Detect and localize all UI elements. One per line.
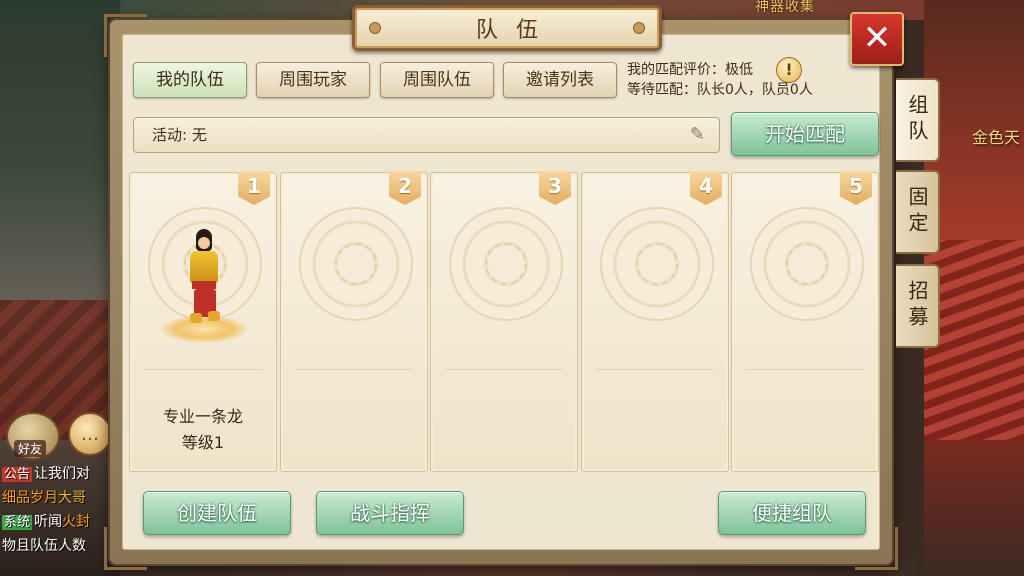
- character-boot: [190, 313, 202, 323]
- start-match-button[interactable]: 开始匹配: [731, 112, 879, 156]
- character-glow: [160, 315, 248, 343]
- side-tab-recruit[interactable]: 招募: [896, 264, 940, 348]
- create-team-button[interactable]: 创建队伍: [143, 491, 291, 535]
- team-slot-2[interactable]: 2: [280, 171, 428, 472]
- character-face: [198, 237, 210, 249]
- quick-team-button[interactable]: 便捷组队: [718, 491, 866, 535]
- chat-text-highlight: 火封: [62, 514, 91, 530]
- chat-tag-announcement: 公告: [2, 467, 33, 482]
- pencil-icon[interactable]: ✎: [690, 118, 705, 152]
- chat-line: 公告 让我们对: [2, 462, 120, 486]
- match-waiting: 等待匹配：队长0人，队员0人: [627, 82, 813, 98]
- character-boot: [208, 311, 220, 321]
- side-tab-fixed[interactable]: 固定: [896, 170, 940, 254]
- slot-divider: [445, 369, 563, 370]
- chat-line: 细品岁月大哥: [2, 486, 120, 510]
- member-level: 等级1: [181, 433, 225, 452]
- tab-nearby-teams[interactable]: 周围队伍: [380, 62, 494, 98]
- slot-divider: [295, 369, 413, 370]
- slot-number: 3: [539, 171, 571, 205]
- info-exclamation-icon[interactable]: !: [776, 57, 802, 83]
- battle-command-button[interactable]: 战斗指挥: [316, 491, 464, 535]
- slot-divider: [596, 369, 714, 370]
- tab-my-team[interactable]: 我的队伍: [133, 62, 247, 98]
- slot-emblem-icon: [600, 207, 714, 321]
- chat-text: 物且队伍人数: [2, 538, 86, 554]
- slot-divider: [746, 369, 864, 370]
- tab-nearby-players[interactable]: 周围玩家: [256, 62, 370, 98]
- ornament-dot-icon: [633, 22, 645, 34]
- member-name: 专业一条龙: [162, 407, 243, 426]
- dialog-title-plate: 队伍: [352, 5, 662, 51]
- team-slot-1[interactable]: 1 专业一条龙 等级1: [129, 171, 277, 472]
- activity-label: 活动: 无: [152, 126, 207, 144]
- activity-selector[interactable]: 活动: 无 ✎: [133, 117, 720, 153]
- close-x-icon[interactable]: ✕: [850, 12, 904, 66]
- character-body: [190, 251, 218, 285]
- slot-emblem-icon: [449, 207, 563, 321]
- right-scene-label: 金色天: [972, 128, 1021, 147]
- slot-number: 1: [238, 171, 270, 205]
- character-belt: [192, 281, 216, 289]
- slot-divider: [144, 369, 262, 370]
- chat-log[interactable]: 公告 让我们对 细品岁月大哥 系统 听闻火封 物且队伍人数: [2, 462, 120, 558]
- tab-invite-list[interactable]: 邀请列表: [503, 62, 617, 98]
- slot-number: 2: [389, 171, 421, 205]
- speech-bubble-icon[interactable]: …: [68, 412, 112, 456]
- team-slot-3[interactable]: 3: [430, 171, 578, 472]
- team-slot-5[interactable]: 5: [731, 171, 879, 472]
- slot-emblem-icon: [750, 207, 864, 321]
- top-banner-text[interactable]: 神器收集: [755, 0, 815, 16]
- chat-line: 系统 听闻火封: [2, 510, 120, 534]
- chat-text: 大哥: [58, 490, 86, 506]
- dialog-title: 队伍: [475, 18, 556, 43]
- player-character-sprite[interactable]: [160, 229, 248, 343]
- chat-text: 让我们对: [34, 466, 91, 482]
- chat-text: 听闻: [34, 514, 63, 530]
- ornament-dot-icon: [369, 22, 381, 34]
- side-tab-team[interactable]: 组队: [896, 78, 940, 162]
- chat-player-name[interactable]: 细品岁月: [2, 490, 58, 506]
- slot-number: 4: [690, 171, 722, 205]
- chat-tag-system: 系统: [2, 515, 33, 530]
- chat-line: 物且队伍人数: [2, 534, 120, 558]
- team-slot-4[interactable]: 4: [581, 171, 729, 472]
- friend-label[interactable]: 好友: [14, 440, 47, 457]
- slot-number: 5: [840, 171, 872, 205]
- slot-emblem-icon: [299, 207, 413, 321]
